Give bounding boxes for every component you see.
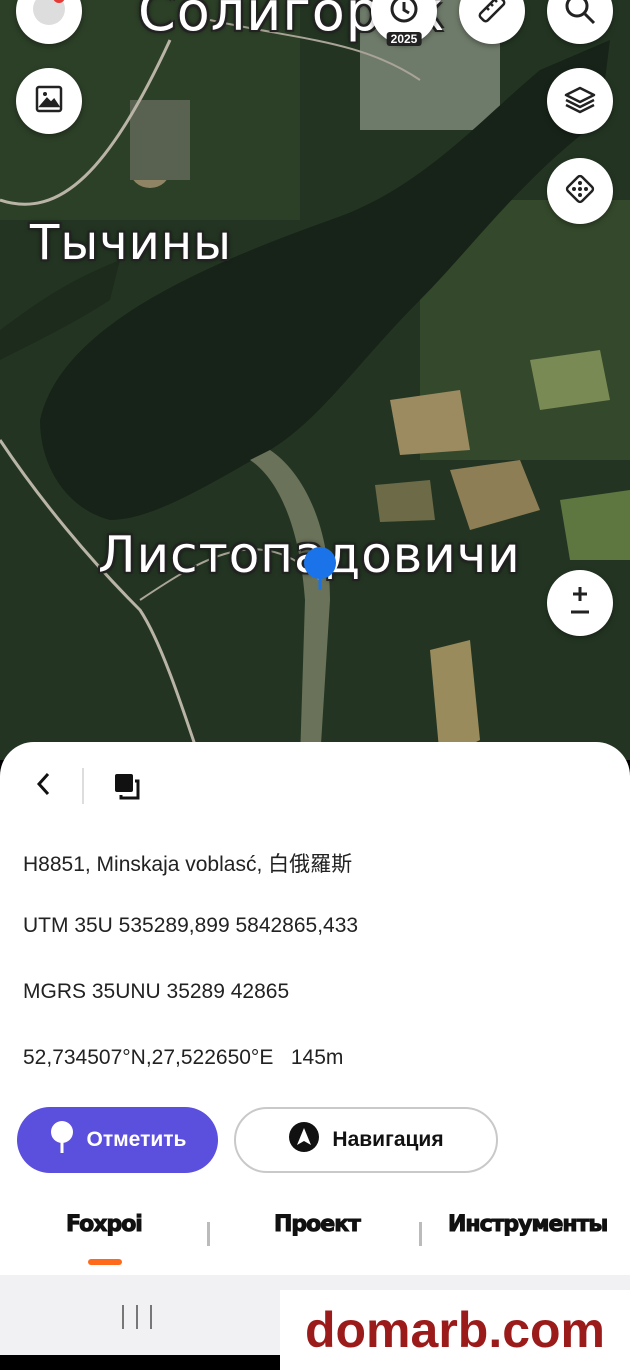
avatar-icon [29, 0, 69, 34]
address-text[interactable]: H8851, Minskaja voblasć, 白俄羅斯 [23, 848, 352, 878]
utm-text[interactable]: UTM 35U 535289,899 5842865,433 [23, 914, 358, 938]
mark-button[interactable]: Отметить [17, 1107, 218, 1173]
layers-button[interactable] [547, 68, 613, 134]
timeline-year-badge: 2025 [386, 32, 422, 46]
navigation-button[interactable]: Навигация [234, 1107, 498, 1173]
ruler-icon [475, 0, 509, 31]
location-details-sheet: H8851, Minskaja voblasć, 白俄羅斯 UTM 35U 53… [0, 742, 630, 1275]
random-location-button[interactable] [547, 158, 613, 224]
tab-separator [207, 1222, 210, 1246]
mgrs-text[interactable]: MGRS 35UNU 35289 42865 [23, 980, 289, 1004]
image-icon [33, 83, 65, 120]
navigation-button-label: Навигация [332, 1128, 444, 1151]
dice-icon [563, 172, 597, 211]
history-icon [387, 0, 421, 31]
tab-separator [419, 1222, 422, 1246]
zoom-plus-minus-icon [565, 584, 595, 623]
image-button[interactable] [16, 68, 82, 134]
chevron-left-icon [34, 770, 54, 803]
location-pin-icon[interactable] [302, 546, 338, 595]
back-button[interactable] [26, 766, 62, 806]
tab-project[interactable]: Проект [274, 1212, 362, 1238]
tab-foxpoi[interactable]: Foxpoi [66, 1212, 144, 1238]
map-terrain [0, 0, 630, 760]
mark-button-label: Отметить [86, 1128, 187, 1151]
layers-icon [563, 82, 597, 121]
latlon-text[interactable]: 52,734507°N,27,522650°E 145m [23, 1046, 343, 1070]
recents-icon[interactable] [122, 1305, 152, 1329]
watermark-text: domarb.com [280, 1290, 630, 1370]
pin-icon [49, 1120, 75, 1160]
map-label-tychiny: Тычины [30, 215, 233, 271]
search-icon [563, 0, 597, 31]
zoom-button[interactable] [547, 570, 613, 636]
active-tab-indicator [88, 1259, 122, 1265]
toolbar-divider [82, 768, 84, 804]
navigation-arrow-icon [288, 1121, 320, 1159]
satellite-map[interactable]: Солигорск Тычины Листопадовичи [0, 0, 630, 760]
copy-button[interactable] [106, 768, 146, 808]
tab-tools[interactable]: Инструменты [447, 1212, 608, 1238]
copy-icon [111, 771, 141, 806]
sheet-toolbar [0, 742, 630, 832]
